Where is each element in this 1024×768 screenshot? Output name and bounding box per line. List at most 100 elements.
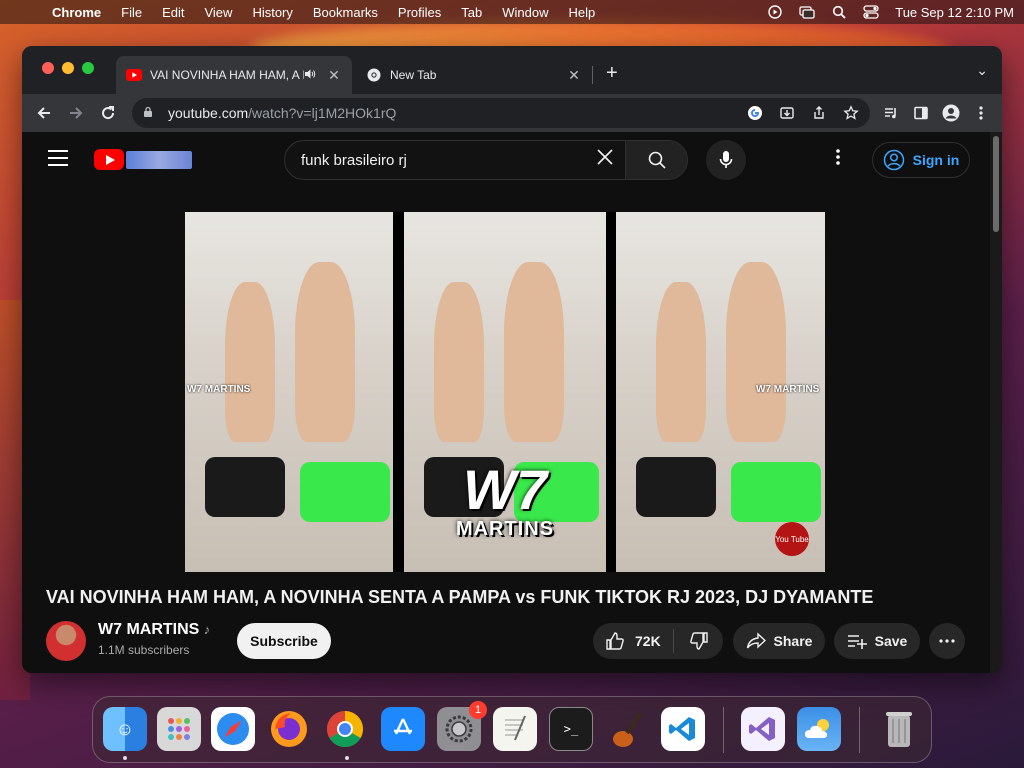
tab-search-chevron-icon[interactable]: ⌄	[976, 62, 988, 79]
screen-mirroring-icon[interactable]	[799, 5, 815, 19]
speaker-icon[interactable]	[304, 68, 320, 83]
clear-search-icon[interactable]	[585, 147, 625, 173]
launchpad-icon[interactable]	[157, 707, 201, 751]
youtube-masthead: funk brasileiro rj Sign in	[22, 132, 990, 188]
more-actions-button[interactable]	[929, 623, 965, 659]
install-app-icon[interactable]	[778, 104, 796, 122]
firefox-icon[interactable]	[267, 707, 311, 751]
account-circle-icon	[883, 149, 904, 171]
close-tab-icon[interactable]: ✕	[326, 67, 342, 84]
chrome-menu-icon[interactable]	[972, 104, 990, 122]
thumbs-down-icon	[689, 632, 708, 650]
youtube-doodle[interactable]	[126, 151, 192, 169]
dancer-shorts	[300, 462, 390, 522]
menu-view[interactable]: View	[204, 5, 232, 20]
dancer	[726, 262, 786, 442]
dancer-shorts	[205, 457, 285, 517]
tab-divider	[592, 66, 593, 84]
subscribe-button[interactable]: Subscribe	[237, 623, 331, 659]
like-button[interactable]: 72K	[593, 631, 673, 651]
chrome-dock-icon[interactable]	[323, 707, 367, 751]
menu-tab[interactable]: Tab	[461, 5, 482, 20]
bookmark-star-icon[interactable]	[842, 104, 860, 122]
menu-file[interactable]: File	[121, 5, 142, 20]
address-bar[interactable]: youtube.com/watch?v=lj1M2HOk1rQ	[132, 98, 870, 128]
channel-name[interactable]: W7 MARTINS ♪	[98, 621, 210, 639]
page-scrollbar[interactable]	[990, 132, 1002, 673]
google-lens-icon[interactable]	[746, 104, 764, 122]
video-frame-right: W7 MARTINS	[616, 212, 825, 572]
save-button[interactable]: Save	[834, 623, 920, 659]
menu-profiles[interactable]: Profiles	[398, 5, 441, 20]
finder-icon[interactable]: ☺	[103, 707, 147, 751]
logo-w7: W7	[463, 458, 547, 521]
tab-new-tab[interactable]: New Tab ✕	[356, 56, 592, 94]
media-play-icon[interactable]	[767, 5, 783, 19]
close-window-button[interactable]	[42, 62, 54, 74]
trash-icon[interactable]	[877, 707, 921, 751]
menu-bookmarks[interactable]: Bookmarks	[313, 5, 378, 20]
share-arrow-icon	[746, 632, 766, 649]
notification-badge: 1	[469, 701, 487, 719]
youtube-logo-icon[interactable]	[94, 149, 124, 170]
video-player[interactable]: W7 MARTINS W7 MARTINS W7 MARTINS You Tub…	[185, 212, 825, 572]
site-info-icon[interactable]	[142, 106, 160, 121]
channel-avatar[interactable]	[46, 621, 86, 661]
share-button[interactable]: Share	[733, 623, 825, 659]
fullscreen-window-button[interactable]	[82, 62, 94, 74]
browser-toolbar: youtube.com/watch?v=lj1M2HOk1rQ	[22, 94, 1002, 132]
reload-button[interactable]	[94, 99, 122, 127]
logo-martins: MARTINS	[455, 518, 555, 540]
search-button[interactable]	[625, 141, 687, 179]
control-center-icon[interactable]	[863, 5, 879, 19]
music-note-icon: ♪	[203, 622, 211, 637]
browser-window: VAI NOVINHA HAM HAM, A NOVINHA SENTA A P…	[22, 46, 1002, 673]
back-button[interactable]	[30, 99, 58, 127]
like-count: 72K	[635, 633, 661, 649]
tab-youtube[interactable]: VAI NOVINHA HAM HAM, A NOVINHA SENTA A P…	[116, 56, 352, 94]
chrome-icon	[366, 67, 382, 83]
dock-separator	[723, 707, 724, 753]
menu-edit[interactable]: Edit	[162, 5, 184, 20]
new-tab-button[interactable]: +	[606, 62, 618, 85]
terminal-icon[interactable]: >_	[549, 707, 593, 751]
profile-avatar-icon[interactable]	[942, 104, 960, 122]
app-store-icon[interactable]	[381, 707, 425, 751]
tab-strip: VAI NOVINHA HAM HAM, A NOVINHA SENTA A P…	[22, 46, 1002, 94]
menu-help[interactable]: Help	[569, 5, 596, 20]
like-dislike-group: 72K	[593, 623, 723, 659]
garageband-icon[interactable]	[605, 707, 649, 751]
menu-app-name[interactable]: Chrome	[52, 5, 101, 20]
guide-menu-icon[interactable]	[48, 150, 68, 171]
menu-window[interactable]: Window	[502, 5, 548, 20]
forward-button[interactable]	[62, 99, 90, 127]
running-indicator	[123, 756, 127, 760]
safari-icon[interactable]	[211, 707, 255, 751]
url-path: /watch?v=lj1M2HOk1rQ	[248, 105, 397, 121]
spotlight-search-icon[interactable]	[831, 5, 847, 19]
tab-title: New Tab	[390, 68, 437, 82]
dislike-button[interactable]	[674, 631, 723, 651]
voice-search-button[interactable]	[706, 140, 746, 180]
textedit-icon[interactable]	[493, 707, 537, 751]
subscriber-count: 1.1M subscribers	[98, 643, 190, 657]
search-input[interactable]: funk brasileiro rj	[285, 152, 585, 169]
scrollbar-thumb[interactable]	[993, 136, 999, 232]
system-settings-icon[interactable]: 1	[437, 701, 487, 751]
sign-in-button[interactable]: Sign in	[872, 142, 970, 178]
side-panel-icon[interactable]	[912, 104, 930, 122]
menu-clock[interactable]: Tue Sep 12 2:10 PM	[895, 5, 1014, 20]
weather-icon[interactable]	[797, 707, 841, 751]
vscode-icon[interactable]	[661, 707, 705, 751]
menu-history[interactable]: History	[252, 5, 292, 20]
minimize-window-button[interactable]	[62, 62, 74, 74]
menu-bar: Chrome File Edit View History Bookmarks …	[0, 0, 1024, 24]
close-tab-icon[interactable]: ✕	[566, 67, 582, 84]
dancer	[434, 282, 484, 442]
media-controls-icon[interactable]	[882, 104, 900, 122]
video-title: VAI NOVINHA HAM HAM, A NOVINHA SENTA A P…	[46, 587, 874, 607]
share-page-icon[interactable]	[810, 104, 828, 122]
settings-kebab-icon[interactable]	[836, 148, 840, 171]
playlist-add-icon	[847, 635, 867, 649]
visual-studio-icon[interactable]	[741, 707, 785, 751]
